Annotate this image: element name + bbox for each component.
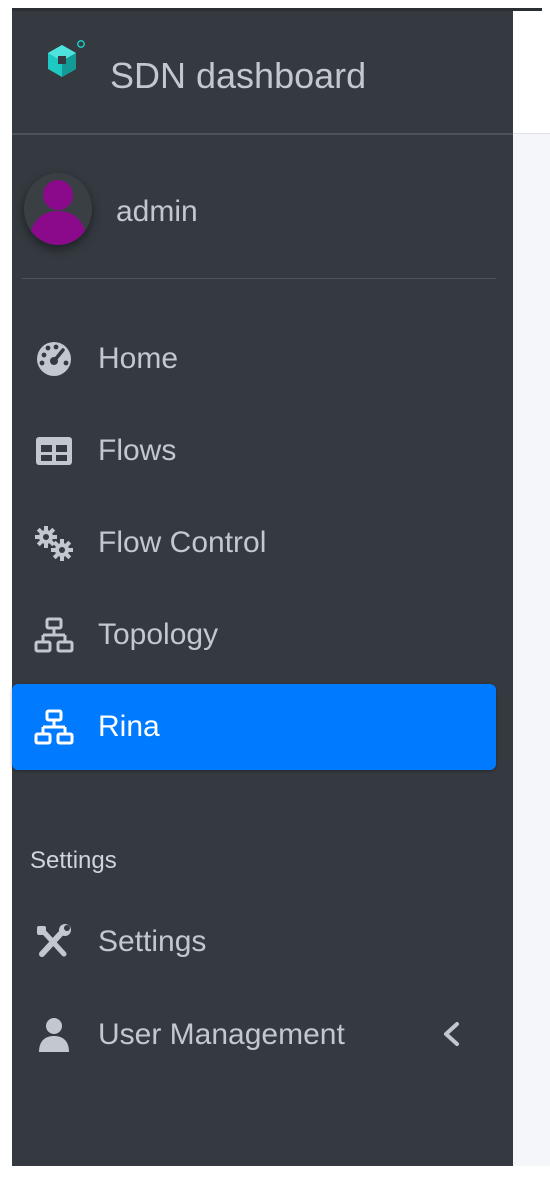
cube-logo-icon [48,40,85,77]
nav-label: Rina [98,710,160,743]
divider [22,278,496,279]
cogs-icon [35,526,73,561]
nav-item-flow-control[interactable]: Flow Control [12,500,496,586]
brand-link[interactable]: SDN dashboard [12,11,513,135]
nav-header-settings: Settings [30,847,117,874]
chevron-left-icon[interactable] [440,1016,462,1052]
nav-item-user-management[interactable]: User Management [12,992,496,1078]
nav-label: Home [98,342,179,375]
user-name[interactable]: admin [116,195,198,229]
nav-item-flows[interactable]: Flows [12,408,496,494]
nav-label: User Management [98,1018,345,1051]
sitemap-icon [34,617,74,653]
nav-label: Settings [98,925,207,958]
tachometer-icon [37,342,71,376]
left-gutter [0,0,12,1177]
nav-label: Flows [98,434,177,467]
main-sidebar: SDN dashboard admin Home Flows Flow Cont… [12,11,513,1166]
sitemap-icon [34,709,74,745]
nav-label: Flow Control [98,526,267,559]
brand-title: SDN dashboard [110,55,367,96]
top-border [0,0,550,11]
user-icon [39,1018,69,1052]
main-header-bar [513,11,550,134]
bottom-border [0,1166,550,1177]
nav-label: Topology [98,618,219,651]
user-avatar-icon[interactable] [24,173,92,245]
user-panel[interactable]: admin [12,137,513,279]
main-content-area [513,11,550,1166]
nav-item-home[interactable]: Home [12,316,496,402]
table-icon [36,437,72,465]
nav-item-rina[interactable]: Rina [12,684,496,770]
nav-item-settings[interactable]: Settings [12,899,496,985]
nav-item-topology[interactable]: Topology [12,592,496,678]
tools-icon [37,924,71,957]
